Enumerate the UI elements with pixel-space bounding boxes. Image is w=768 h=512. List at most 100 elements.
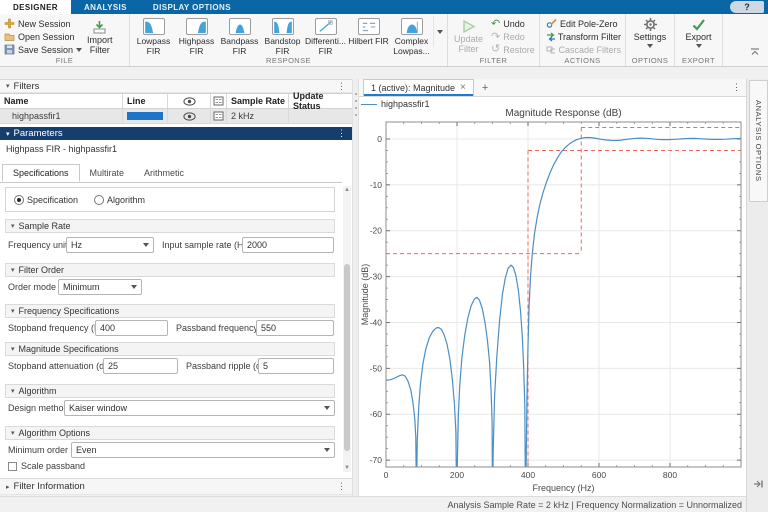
close-tab-icon[interactable]: × [460, 83, 466, 93]
collapse-icon: ▾ [11, 223, 15, 230]
figure-menu-icon[interactable]: ⋮ [732, 79, 746, 96]
collapse-icon: ▾ [11, 308, 15, 315]
tab-analysis[interactable]: ANALYSIS [71, 0, 140, 14]
transform-filter-button[interactable]: Transform Filter [546, 30, 621, 43]
settings-button[interactable]: Settings [626, 14, 674, 49]
filter-information-title: Filter Information [13, 481, 85, 492]
save-session-button[interactable]: Save Session [4, 43, 83, 56]
scroll-up-icon[interactable]: ▲ [344, 186, 350, 194]
line-color-swatch[interactable] [127, 112, 163, 120]
filter-update-status [289, 109, 352, 123]
filter-row-highpassfir1[interactable]: highpassfir1 2 kHz [0, 109, 352, 124]
algorithm-section-header[interactable]: ▾ Algorithm [5, 384, 335, 398]
filters-title: Filters [13, 80, 40, 92]
ribbon-spacer [723, 14, 768, 66]
algorithm-options-section-header[interactable]: ▾ Algorithm Options [5, 426, 335, 440]
magnitude-response-chart: Magnitude Response (dB) 0 200 400 600 800 0 -10… [360, 108, 742, 493]
parameters-section-header[interactable]: ▾ Parameters ⋮ [0, 127, 352, 140]
update-filter-button[interactable]: Update Filter [454, 16, 483, 56]
design-mode-group: Specification Algorithm [5, 187, 335, 212]
scale-passband-row: Scale passband [0, 460, 340, 473]
algorithm-row: Design method Kaiser window [0, 399, 340, 417]
figure-tab-magnitude[interactable]: 1 (active): Magnitude × [363, 79, 474, 96]
input-sample-rate-field[interactable] [242, 237, 334, 253]
magnitude-specs-section-header[interactable]: ▾ Magnitude Specifications [5, 342, 335, 356]
transform-filter-icon [547, 32, 555, 42]
analysis-options-tab[interactable]: ANALYSIS OPTIONS [749, 80, 768, 202]
hilbert-fir-button[interactable]: Hilbert FIR [347, 16, 390, 56]
panel-splitter[interactable] [352, 79, 359, 496]
highpass-fir-button[interactable]: Highpass FIR [175, 16, 218, 56]
passband-frequency-field[interactable] [256, 320, 334, 336]
bandstop-fir-button[interactable]: Bandstop FIR [261, 16, 304, 56]
cascade-filters-button[interactable]: Cascade Filters [546, 43, 621, 56]
filter-information-header[interactable]: ▸ Filter Information ⋮ [0, 478, 352, 495]
visibility-toggle[interactable] [168, 109, 211, 123]
order-mode-dropdown[interactable]: Minimum [58, 279, 142, 295]
legend-icon [213, 111, 224, 121]
highpass-fir-icon [185, 18, 208, 35]
radio-specification[interactable]: Specification [14, 194, 78, 205]
filter-information-menu-icon[interactable]: ⋮ [337, 482, 346, 491]
frequency-specs-section-header[interactable]: ▾ Frequency Specifications [5, 304, 335, 318]
figure-panel: 1 (active): Magnitude × + ⋮ highpassfir1… [359, 79, 746, 496]
filter-designer-app: DESIGNER ANALYSIS DISPLAY OPTIONS ? New … [0, 0, 768, 512]
sample-rate-section-header[interactable]: ▾ Sample Rate [5, 219, 335, 233]
save-icon [4, 44, 15, 55]
parameters-scrollbar[interactable]: ▲ ▼ [343, 186, 351, 472]
tab-designer[interactable]: DESIGNER [0, 0, 71, 14]
scrollbar-thumb[interactable] [344, 264, 350, 451]
tab-display-options[interactable]: DISPLAY OPTIONS [140, 0, 244, 14]
open-session-button[interactable]: Open Session [4, 30, 82, 43]
scroll-down-icon[interactable]: ▼ [344, 464, 350, 472]
response-gallery-expand-button[interactable] [433, 16, 446, 48]
scale-passband-checkbox[interactable]: Scale passband [8, 461, 85, 471]
collapse-panel-button[interactable] [752, 476, 764, 494]
edit-pole-zero-button[interactable]: Edit Pole-Zero [546, 17, 621, 30]
frequency-units-dropdown[interactable]: Hz [66, 237, 154, 253]
frequency-specs-row: Stopband frequency (Hz) Passband frequen… [0, 319, 340, 337]
filter-order-section-header[interactable]: ▾ Filter Order [5, 263, 335, 277]
collapse-ribbon-icon [751, 48, 759, 55]
legend-toggle[interactable] [211, 109, 227, 123]
svg-text:400: 400 [521, 470, 535, 480]
tab-specifications[interactable]: Specifications [2, 164, 80, 182]
parameters-subtitle: Highpass FIR - highpassfir1 [6, 144, 118, 154]
radio-algorithm[interactable]: Algorithm [94, 194, 145, 205]
checkbox-icon [8, 461, 17, 471]
help-button[interactable]: ? [730, 1, 764, 13]
design-method-dropdown[interactable]: Kaiser window [64, 400, 335, 416]
complex-lowpass-fir-button[interactable]: Complex Lowpas... [390, 16, 433, 56]
filters-table-header: Name Line Sample Rate Update Status [0, 91, 352, 111]
save-session-caret-icon[interactable] [76, 47, 83, 52]
actions-section-label: ACTIONS [564, 56, 601, 65]
svg-text:200: 200 [450, 470, 464, 480]
stopband-frequency-field[interactable] [95, 320, 168, 336]
passband-ripple-field[interactable] [258, 358, 334, 374]
svg-text:0: 0 [377, 134, 382, 144]
gear-icon [643, 18, 657, 31]
collapse-ribbon-button[interactable] [750, 43, 760, 61]
bandpass-fir-button[interactable]: Bandpass FIR [218, 16, 261, 56]
import-filter-button[interactable]: Import Filter [87, 17, 113, 56]
complex-lowpass-fir-icon [400, 18, 423, 35]
export-button[interactable]: Export [675, 14, 722, 49]
new-figure-tab-button[interactable]: + [474, 79, 496, 96]
minimum-order-dropdown[interactable]: Even [71, 442, 335, 458]
response-section: Lowpass FIR Highpass FIR Bandpass FIR Bands… [130, 14, 448, 66]
parameters-menu-icon[interactable]: ⋮ [337, 129, 346, 138]
tab-multirate[interactable]: Multirate [80, 164, 135, 182]
new-session-button[interactable]: New Session [4, 17, 82, 30]
lowpass-fir-button[interactable]: Lowpass FIR [132, 16, 175, 56]
differentiator-fir-button[interactable]: Differenti... FIR [304, 16, 347, 56]
export-section-label: EXPORT [681, 56, 716, 65]
legend-icon [213, 96, 224, 106]
ribbon-tabstrip: DESIGNER ANALYSIS DISPLAY OPTIONS [0, 0, 768, 14]
stopband-attenuation-field[interactable] [103, 358, 178, 374]
options-section: Settings OPTIONS [626, 14, 675, 66]
redo-button[interactable]: ↷ Redo [491, 31, 535, 44]
undo-button[interactable]: ↶ Undo [491, 18, 535, 31]
filters-menu-icon[interactable]: ⋮ [337, 81, 346, 91]
restore-button[interactable]: ↺ Restore [491, 43, 535, 56]
tab-arithmetic[interactable]: Arithmetic [134, 164, 194, 182]
